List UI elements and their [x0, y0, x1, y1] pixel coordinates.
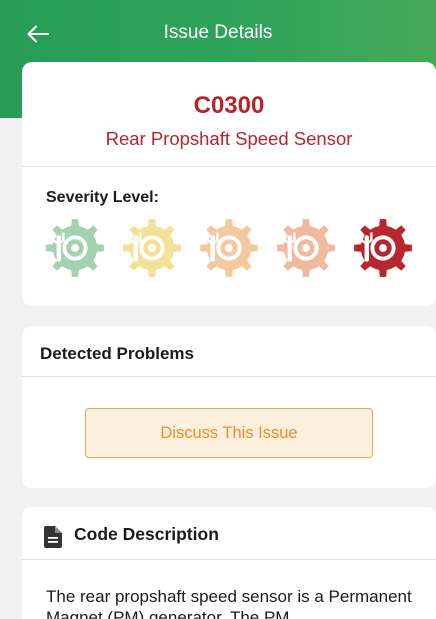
- severity-label: Severity Level:: [46, 189, 159, 206]
- severity-3-wrench-gear-icon: [200, 219, 258, 277]
- severity-2-wrench-gear-icon: [123, 219, 181, 277]
- top-app-bar: Issue Details: [0, 0, 436, 64]
- discuss-issue-button[interactable]: Discuss This Issue: [85, 408, 373, 458]
- code-description-text: The rear propshaft speed sensor is a Per…: [46, 587, 412, 619]
- detected-problems-card: Detected Problems Discuss This Issue: [22, 326, 436, 488]
- severity-1-wrench-gear-icon: [46, 219, 104, 277]
- severity-4-wrench-gear-icon: [277, 219, 335, 277]
- page-title: Issue Details: [163, 22, 273, 43]
- issue-name: Rear Propshaft Speed Sensor: [105, 128, 353, 149]
- divider: [22, 559, 436, 560]
- issue-card: C0300 Rear Propshaft Speed Sensor Severi…: [22, 62, 436, 306]
- divider: [22, 166, 436, 167]
- severity-5-wrench-gear-icon: [354, 219, 412, 277]
- code-description-title: Code Description: [74, 524, 219, 544]
- divider: [22, 376, 436, 377]
- document-icon: [44, 526, 62, 548]
- detected-problems-title: Detected Problems: [40, 344, 194, 363]
- issue-code: C0300: [193, 92, 265, 119]
- code-description-card: Code Description The rear propshaft spee…: [22, 507, 436, 619]
